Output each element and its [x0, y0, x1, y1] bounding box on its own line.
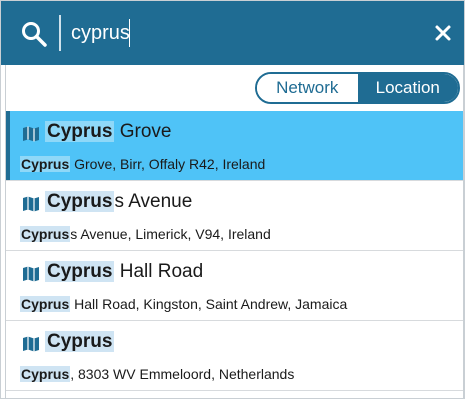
result-address: Cyprus Grove, Birr, Offaly R42, Ireland [20, 156, 265, 172]
result-title-rest: Hall Road [114, 261, 204, 282]
result-title: Cyprus Grove [45, 121, 172, 143]
result-address-rest: Grove, Birr, Offaly R42, Ireland [70, 156, 266, 172]
result-title-match: Cyprus [45, 121, 115, 142]
result-item[interactable]: Cyprus s Avenue Cypruss Avenue, Limerick,… [6, 181, 463, 251]
location-toggle-option[interactable]: Location [357, 74, 458, 102]
result-title-match: Cyprus [45, 191, 115, 212]
result-address-rest: s Avenue, Limerick, V94, Ireland [70, 226, 271, 242]
search-input[interactable] [71, 15, 391, 51]
search-icon[interactable] [21, 21, 47, 47]
result-item[interactable]: Cyprus Grove Cyprus Grove, Birr, Offaly … [6, 111, 463, 181]
search-widget: Network Location Cyprus Grove Cyprus Gro… [0, 0, 465, 399]
results-panel: Network Location Cyprus Grove Cyprus Gro… [5, 65, 464, 398]
result-address-match: Cyprus [20, 226, 71, 242]
result-title-match: Cyprus [45, 331, 115, 352]
search-divider [59, 15, 61, 51]
search-bar [1, 1, 464, 65]
result-address: Cyprus Hall Road, Kingston, Saint Andrew… [20, 296, 347, 312]
map-icon [23, 196, 39, 212]
close-icon[interactable] [431, 21, 455, 45]
result-title: Cyprus [45, 331, 115, 353]
result-title-rest: s Avenue [114, 191, 193, 212]
result-address-match: Cyprus [20, 366, 71, 382]
result-item[interactable]: Cyprus Hall Road Cyprus Hall Road, Kings… [6, 251, 463, 321]
result-address: Cypruss Avenue, Limerick, V94, Ireland [20, 226, 271, 242]
results-list: Cyprus Grove Cyprus Grove, Birr, Offaly … [6, 111, 463, 391]
map-icon [23, 266, 39, 282]
result-title-match: Cyprus [45, 261, 115, 282]
result-item[interactable]: Cyprus Cyprus, 8303 WV Emmeloord, Nether… [6, 321, 463, 391]
result-address: Cyprus, 8303 WV Emmeloord, Netherlands [20, 366, 294, 382]
result-address-rest: , 8303 WV Emmeloord, Netherlands [70, 366, 295, 382]
map-icon [23, 126, 39, 142]
text-caret [129, 19, 130, 47]
network-toggle-option[interactable]: Network [257, 74, 358, 102]
result-address-rest: Hall Road, Kingston, Saint Andrew, Jamai… [70, 296, 348, 312]
result-address-match: Cyprus [20, 156, 71, 172]
map-icon [23, 336, 39, 352]
result-title: Cyprus Hall Road [45, 261, 203, 283]
result-title-rest: Grove [114, 121, 172, 142]
result-address-match: Cyprus [20, 296, 71, 312]
network-location-toggle: Network Location [255, 72, 460, 104]
result-title: Cyprus s Avenue [45, 191, 192, 213]
